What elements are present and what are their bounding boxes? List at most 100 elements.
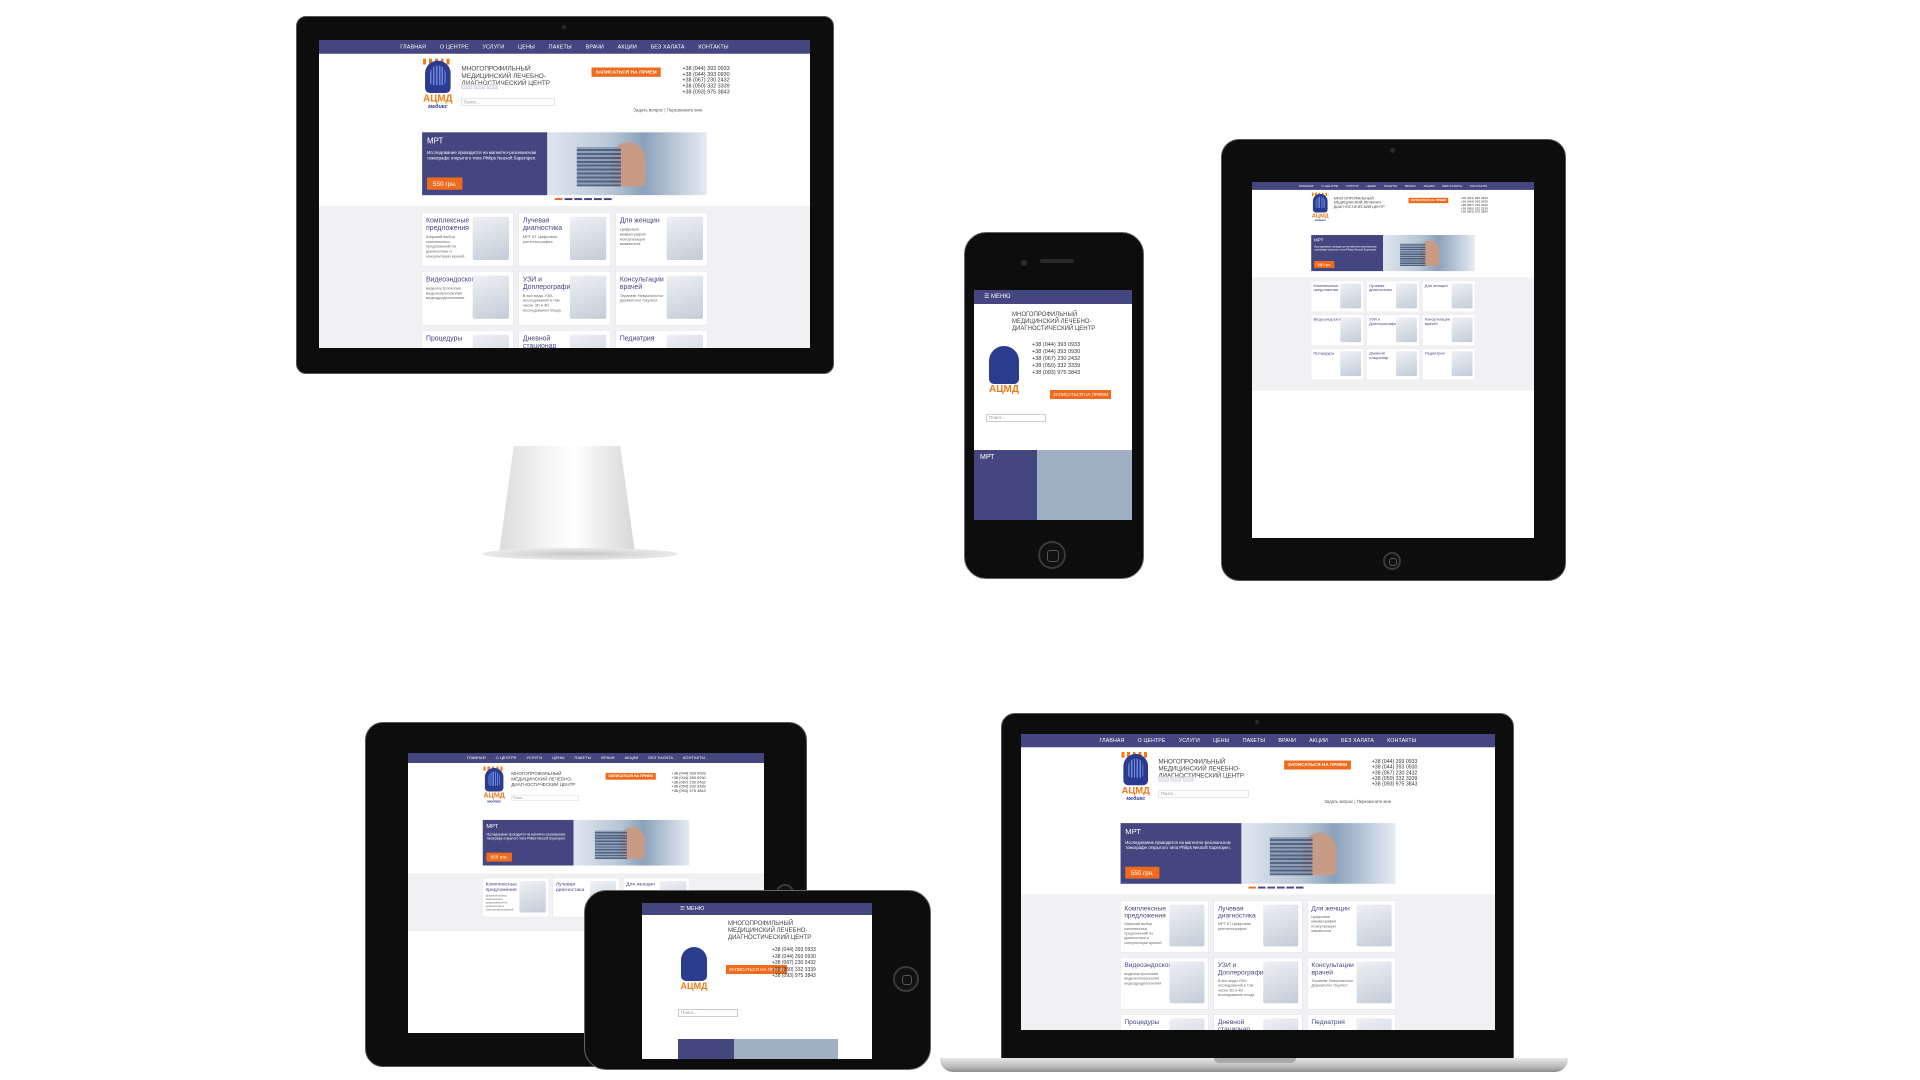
nav-item[interactable]: БЕЗ ХАЛАТА [1442,184,1462,187]
search-input[interactable]: Поиск... [1158,789,1249,798]
nav-item[interactable]: УСЛУГИ [1179,738,1200,744]
nav-item[interactable]: КОНТАКТЫ [1387,738,1416,744]
nav-item[interactable]: БЕЗ ХАЛАТА [1341,738,1374,744]
nav-item[interactable]: О ЦЕНТРЕ [1321,184,1338,187]
service-card[interactable]: Процедуры [422,330,514,348]
book-appointment-button[interactable]: ЗАПИСАТЬСЯ НА ПРИЕМ [591,67,661,77]
service-card[interactable]: Процедуры [1311,348,1364,380]
book-appointment-button[interactable]: ЗАПИСАТЬСЯ НА ПРИЕМ [1408,197,1449,204]
hero-price[interactable]: 550 грн. [1314,260,1335,269]
logo[interactable]: АЦМД медикс [1121,752,1151,801]
phone[interactable]: +38 (044) 393 0933 [772,947,816,954]
search-input[interactable]: Поиск... [511,795,579,801]
hero-price[interactable]: 550 грн. [486,852,512,862]
phone[interactable]: +38 (093) 975 3843 [772,973,816,980]
ask-link[interactable]: Задать вопрос [633,108,663,113]
like-button[interactable] [1158,776,1169,782]
nav-item[interactable]: ГЛАВНАЯ [400,44,426,50]
home-button[interactable] [1383,552,1401,570]
phone[interactable]: +38 (067) 230 2432 [772,960,816,967]
nav-item[interactable]: ВРАЧИ [601,756,614,760]
nav-item[interactable]: ЦЕНЫ [518,44,535,50]
nav-item[interactable]: О ЦЕНТРЕ [496,756,517,760]
nav-item[interactable]: ВРАЧИ [1278,738,1296,744]
nav-item[interactable]: ВРАЧИ [586,44,604,50]
phone[interactable]: +38 (067) 230 2432 [1032,356,1080,363]
service-card[interactable]: Видеоэндоскопия видеогастроскопия видеоко… [1120,957,1209,1009]
service-card[interactable]: Педиатрия [1307,1014,1396,1030]
service-card[interactable]: Консультации врачей Терапевт Невропатолог… [615,271,707,325]
nav-item[interactable]: ЦЕНЫ [1213,738,1229,744]
service-card[interactable]: Лучевая диагностика МРТ КТ Цифровая рентг… [518,212,610,266]
nav-item[interactable]: БЕЗ ХАЛАТА [648,756,673,760]
nav-item[interactable]: АКЦИИ [618,44,637,50]
service-card[interactable]: Дневной стационар [1214,1014,1302,1030]
nav-item[interactable]: О ЦЕНТРЕ [1138,738,1166,744]
service-card[interactable]: Педиатрия [1422,348,1475,380]
service-card[interactable]: Для женщин [1422,281,1475,312]
service-card[interactable]: УЗИ и Доплерография В все виды УЗИ-исслед… [1214,957,1302,1009]
callback-link[interactable]: Перезвоните мне [1357,799,1392,804]
nav-item[interactable]: АКЦИИ [625,756,639,760]
logo[interactable]: АЦМД медикс [1311,192,1329,222]
plus-button[interactable] [486,84,498,90]
phone[interactable]: +38 (050) 332 3339 [1032,363,1080,370]
search-input[interactable]: Поиск... [461,97,555,106]
mobile-menu-bar[interactable]: ☰ МЕНЮ [974,290,1132,304]
nav-item[interactable]: КОНТАКТЫ [1470,184,1487,187]
service-card[interactable]: Комплексные предложения Широкий выбор ком… [1120,900,1209,953]
nav-item[interactable]: УСЛУГИ [1346,184,1359,187]
nav-item[interactable]: ГЛАВНАЯ [1099,738,1124,744]
nav-item[interactable]: БЕЗ ХАЛАТА [651,44,685,50]
logo[interactable]: АЦМД медикс [483,766,506,804]
service-card[interactable]: Лучевая диагностика [1366,281,1420,312]
service-card[interactable]: Комплексные предложения Широкий выбор ком… [482,878,549,917]
share-button[interactable] [1170,776,1182,782]
phone[interactable]: +38 (044) 393 0930 [1032,349,1080,356]
nav-item[interactable]: ПАКЕТЫ [549,44,572,50]
nav-item[interactable]: ВРАЧИ [1405,184,1415,187]
callback-link[interactable]: Перезвоните мне [667,108,703,113]
logo[interactable]: АЦМД [986,342,1022,406]
nav-item[interactable]: УСЛУГИ [527,756,543,760]
share-button[interactable] [474,84,485,90]
service-card[interactable]: Видеоэндоскопия видеогастроскопия видеоко… [422,271,514,325]
nav-item[interactable]: ЦЕНЫ [552,756,564,760]
service-card[interactable]: Дневной стационар [518,330,610,348]
nav-item[interactable]: ПАКЕТЫ [1243,738,1265,744]
home-button[interactable] [1038,541,1066,569]
slider-dots[interactable] [554,198,612,201]
service-card[interactable]: Процедуры [1120,1014,1209,1030]
service-card[interactable]: УЗИ и Доплерография [1366,315,1420,346]
phone[interactable]: +38 (093) 975 3843 [682,89,729,95]
phone[interactable]: +38 (093) 975 3843 [1372,781,1418,787]
nav-item[interactable]: ГЛАВНАЯ [1299,184,1314,187]
book-appointment-button[interactable]: ЗАПИСАТЬСЯ НА ПРИЕМ [1050,390,1112,399]
plus-button[interactable] [1183,776,1194,782]
nav-item[interactable]: КОНТАКТЫ [698,44,728,50]
hero-price[interactable]: 550 грн. [1125,866,1160,879]
nav-item[interactable]: О ЦЕНТРЕ [440,44,469,50]
search-input[interactable]: Поиск... [678,1009,738,1017]
service-card[interactable]: Консультации врачей [1422,315,1475,346]
nav-item[interactable]: ПАКЕТЫ [1384,184,1397,187]
service-card[interactable]: УЗИ и Доплерография В все виды УЗИ-исслед… [518,271,610,325]
like-button[interactable] [461,84,473,90]
book-appointment-button[interactable]: ЗАПИСАТЬСЯ НА ПРИЕМ [1284,760,1351,770]
service-card[interactable]: Лучевая диагностика МРТ КТ Цифровая рентг… [1214,900,1302,953]
service-card[interactable]: Комплексные предложения [1311,281,1364,312]
logo[interactable]: АЦМД медикс [422,58,453,110]
nav-item[interactable]: ЦЕНЫ [1366,184,1376,187]
logo[interactable]: АЦМД [678,945,710,1001]
phone[interactable]: +38 (093) 975 3843 [1461,210,1488,213]
phone[interactable]: +38 (093) 975 3843 [1032,370,1080,377]
mobile-menu-bar[interactable]: ☰ МЕНЮ [642,903,872,915]
phone[interactable]: +38 (093) 975 3843 [671,789,705,793]
nav-item[interactable]: АКЦИИ [1424,184,1435,187]
nav-item[interactable]: АКЦИИ [1309,738,1328,744]
service-card[interactable]: Для женщин Цифровая маммография Консульта… [615,212,707,266]
service-card[interactable]: Педиатрия [615,330,707,348]
ask-link[interactable]: Задать вопрос [1324,799,1353,804]
service-card[interactable]: Комплексные предложения Широкий выбор ком… [422,212,514,266]
service-card[interactable]: Дневной стационар [1366,348,1420,380]
